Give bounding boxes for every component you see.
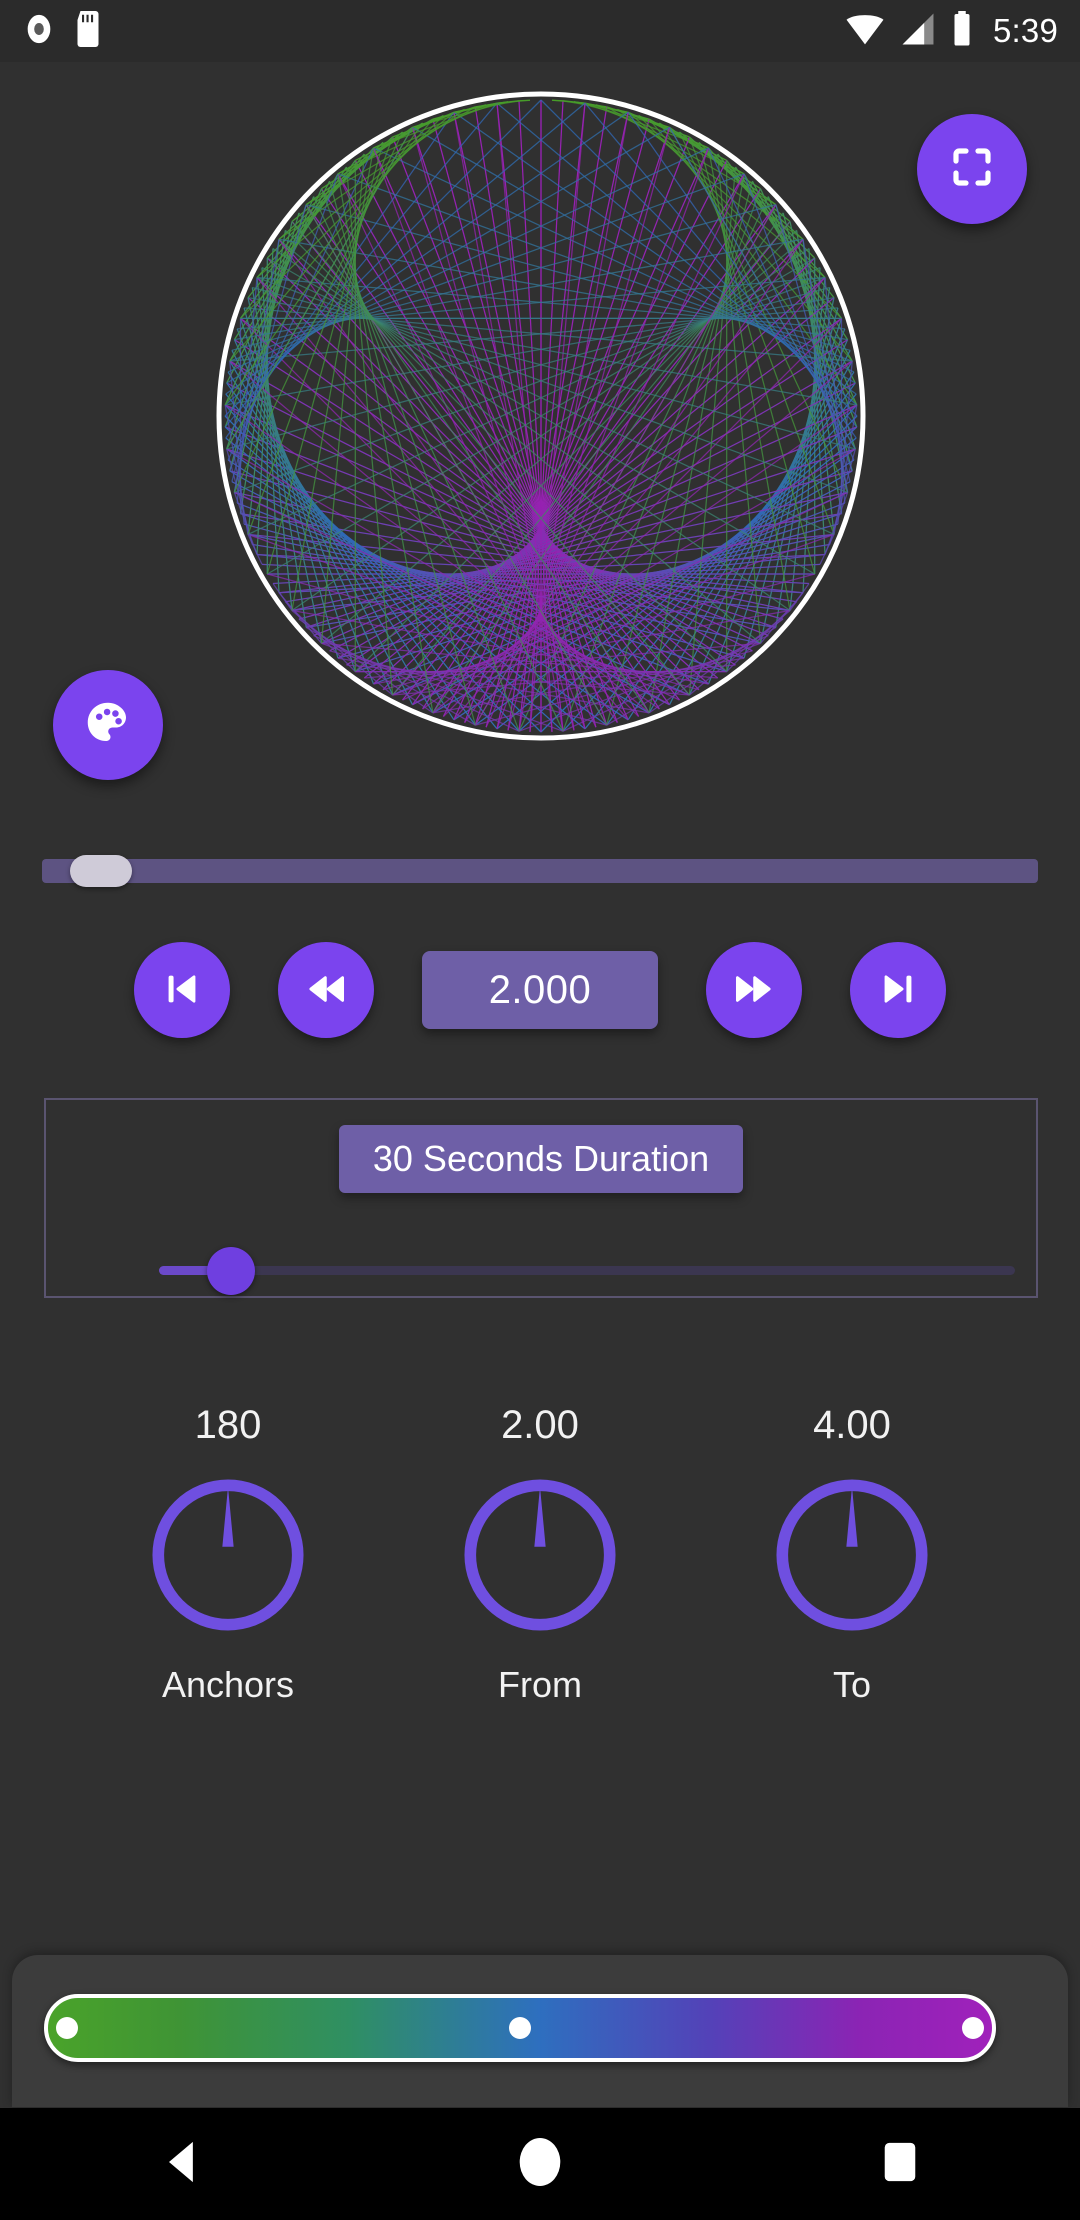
color-gradient-slider[interactable] [44, 1994, 996, 2062]
cell-signal-icon [899, 12, 937, 51]
wifi-icon [845, 12, 885, 51]
fast-forward-button[interactable] [706, 942, 802, 1038]
knob-row: 180 Anchors 2.00 From 4.00 To [0, 1400, 1080, 1706]
skip-previous-button[interactable] [134, 942, 230, 1038]
knob-to-value: 4.00 [813, 1403, 891, 1447]
rewind-icon [303, 966, 349, 1015]
duration-slider[interactable] [159, 1240, 1015, 1300]
duration-button[interactable]: 30 Seconds Duration [339, 1125, 743, 1193]
android-navigation-bar [0, 2108, 1080, 2220]
nav-back-button[interactable] [100, 2108, 260, 2220]
playback-progress-slider[interactable] [42, 855, 1038, 887]
knob-anchors-value: 180 [194, 1403, 262, 1447]
back-triangle-icon [158, 2138, 202, 2191]
gradient-stop-handle[interactable] [962, 2017, 985, 2039]
skip-previous-icon [159, 966, 205, 1015]
battery-icon [951, 10, 973, 52]
mandala-canvas-area[interactable] [0, 62, 1080, 852]
knob-from-value: 2.00 [501, 1403, 579, 1447]
status-bar-left-icons [22, 10, 102, 52]
nav-recents-button[interactable] [820, 2108, 980, 2220]
home-circle-icon [516, 2136, 564, 2193]
app-screen: 5:39 2.000 30 Seconds Duration 180 Ancho… [0, 0, 1080, 2220]
status-bar-right-icons: 5:39 [845, 10, 1058, 52]
status-bar-clock: 5:39 [992, 12, 1058, 49]
skip-next-button[interactable] [850, 942, 946, 1038]
skip-next-icon [875, 966, 921, 1015]
duration-panel: 30 Seconds Duration [44, 1098, 1038, 1298]
knob-anchors-dial[interactable] [145, 1472, 311, 1638]
knob-to[interactable]: 4.00 To [745, 1400, 959, 1706]
recents-square-icon [879, 2139, 921, 2190]
progress-track[interactable] [42, 859, 1038, 883]
fast-forward-icon [731, 966, 777, 1015]
speed-value-button[interactable]: 2.000 [422, 951, 658, 1029]
palette-button[interactable] [53, 670, 163, 780]
transport-controls: 2.000 [0, 930, 1080, 1050]
palette-icon [81, 696, 135, 755]
mandala-visualization[interactable] [211, 86, 871, 746]
knob-anchors[interactable]: 180 Anchors [121, 1400, 335, 1706]
gradient-stop-handle[interactable] [509, 2017, 531, 2039]
fullscreen-button[interactable] [917, 114, 1027, 224]
knob-from-label: From [498, 1664, 582, 1705]
rewind-button[interactable] [278, 942, 374, 1038]
fullscreen-icon [948, 143, 996, 196]
status-bar: 5:39 [0, 0, 1080, 62]
knob-from-dial[interactable] [457, 1472, 623, 1638]
progress-thumb[interactable] [70, 855, 132, 887]
nav-home-button[interactable] [460, 2108, 620, 2220]
sd-card-icon [74, 10, 102, 52]
knob-from[interactable]: 2.00 From [433, 1400, 647, 1706]
duration-slider-thumb[interactable] [207, 1247, 255, 1295]
knob-to-label: To [832, 1664, 872, 1705]
duration-slider-track[interactable] [159, 1266, 1015, 1275]
record-icon [22, 12, 56, 51]
knob-anchors-label: Anchors [161, 1664, 295, 1705]
knob-to-dial[interactable] [769, 1472, 935, 1638]
gradient-stop-handle[interactable] [55, 2017, 78, 2039]
